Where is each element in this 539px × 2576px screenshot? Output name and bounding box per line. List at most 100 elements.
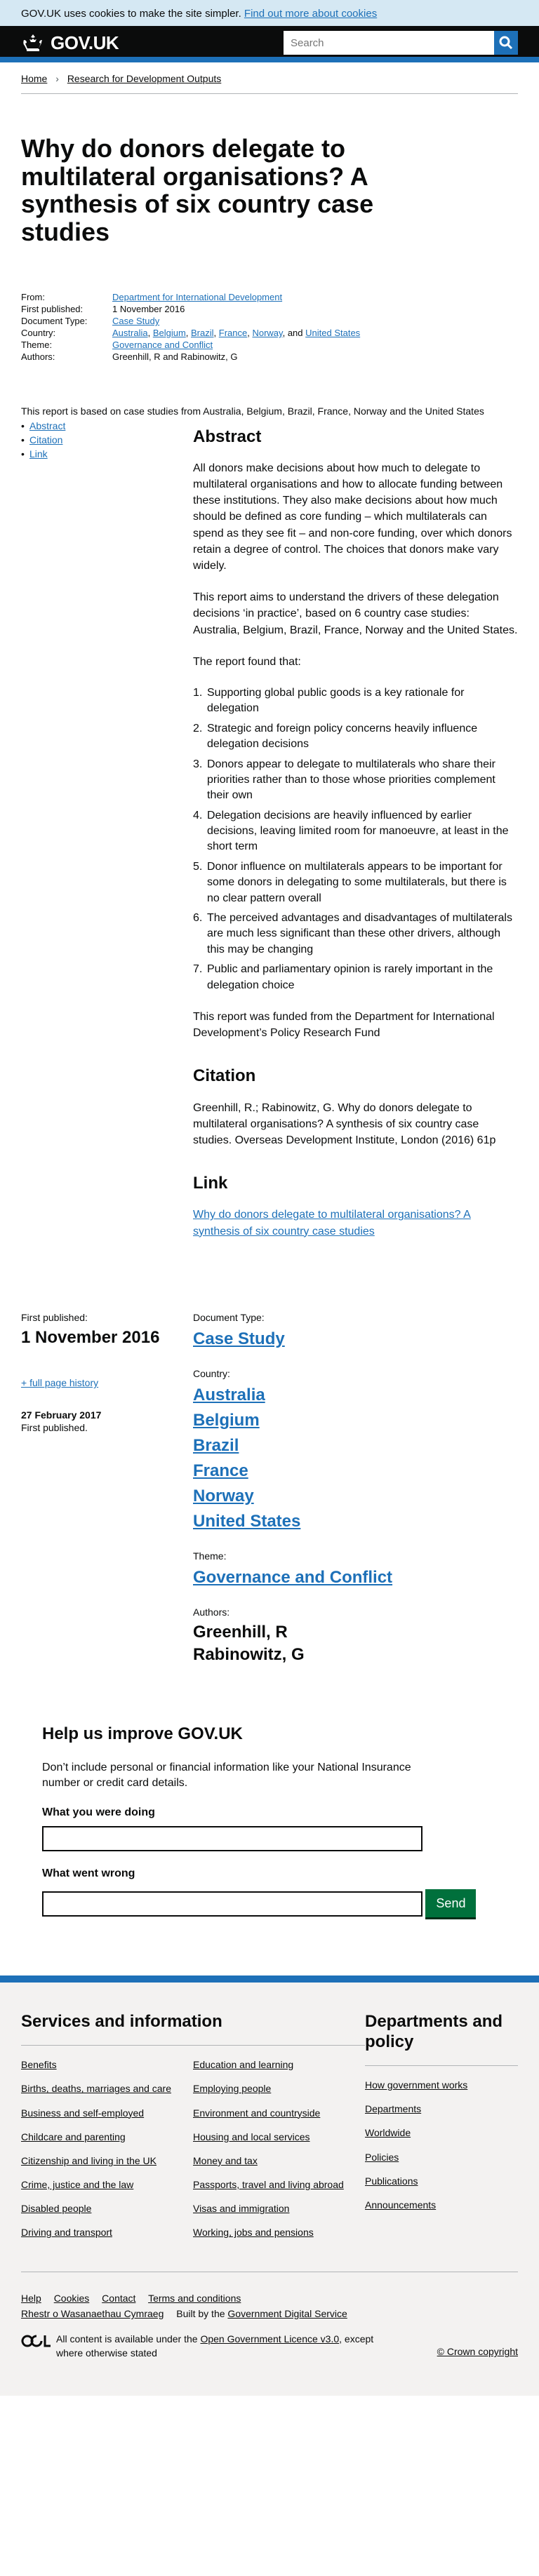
footer-terms-link[interactable]: Terms and conditions [148,2293,241,2304]
search-button[interactable] [494,31,518,55]
footer-link[interactable]: Announcements [365,2199,436,2211]
doing-label: What you were doing [42,1806,155,1818]
meta-country-link[interactable]: France [219,328,247,338]
wrong-input[interactable] [42,1891,422,1917]
feedback-form: Help us improve GOV.UK Don’t include per… [42,1723,497,1933]
report-link[interactable]: Why do donors delegate to multilateral o… [193,1209,471,1237]
meta-country-link[interactable]: Norway [252,328,282,338]
footer-help-link[interactable]: Help [21,2293,41,2304]
footer-link[interactable]: Visas and immigration [193,2203,289,2214]
footer-link[interactable]: Driving and transport [21,2227,112,2238]
meta-published-value: 1 November 2016 [112,304,185,315]
country-link[interactable]: Belgium [193,1411,260,1430]
footer-link[interactable]: Births, deaths, marriages and care [21,2083,171,2094]
country-label: Country: [193,1367,230,1379]
doctype-label: Document Type: [193,1311,265,1323]
footer-link[interactable]: Departments [365,2103,421,2114]
breadcrumb: Home › Research for Development Outputs [21,62,518,88]
open-government-licence-icon [21,2335,51,2347]
footer-link[interactable]: Passports, travel and living abroad [193,2179,344,2190]
footer-link[interactable]: Benefits [21,2059,57,2070]
meta-country-link[interactable]: Brazil [191,328,214,338]
site-header: GOV.UK [0,26,539,62]
country-link[interactable]: Norway [193,1487,254,1505]
footer-link[interactable]: Publications [365,2175,418,2187]
footer-welsh-link[interactable]: Rhestr o Wasanaethau Cymraeg [21,2308,164,2319]
abstract-paragraph: This report aims to understand the drive… [193,591,518,636]
contents-link-abstract[interactable]: Abstract [29,419,65,433]
country-link[interactable]: Australia [193,1386,265,1404]
doing-input[interactable] [42,1825,422,1851]
theme-label: Theme: [193,1550,227,1562]
footer-link[interactable]: Citizenship and living in the UK [21,2155,157,2166]
finding-item: 5. Donor influence on multilaterals appea… [193,860,507,904]
intro-summary: This report is based on case studies fro… [21,405,484,417]
footer-link[interactable]: How government works [365,2079,467,2091]
services-heading: Services and information [21,2012,365,2046]
meta-country-link[interactable]: Belgium [153,328,186,338]
gds-link[interactable]: Government Digital Service [227,2308,347,2319]
footer-link[interactable]: Employing people [193,2083,271,2094]
meta-country-link[interactable]: Australia [112,328,148,338]
footer-link[interactable]: Worldwide [365,2127,411,2138]
meta-theme-link[interactable]: Governance and Conflict [112,340,213,350]
footer-link[interactable]: Business and self-employed [21,2107,144,2119]
contents-link-link[interactable]: Link [29,447,48,461]
country-link[interactable]: United States [193,1512,300,1531]
theme-link[interactable]: Governance and Conflict [193,1568,392,1587]
crown-icon [23,34,42,51]
footer-link[interactable]: Childcare and parenting [21,2131,126,2142]
chevron-right-icon: › [55,73,59,84]
footer-link[interactable]: Money and tax [193,2155,258,2166]
meta-country-link[interactable]: United States [305,328,360,338]
document-footer-metadata: First published: 1 November 2016 + full … [21,1311,518,1681]
document-metadata: From: Department for International Devel… [21,292,361,362]
abstract-paragraph: The report found that: [193,655,301,668]
full-history-link[interactable]: + full page history [21,1377,98,1388]
site-search [284,31,518,55]
country-link[interactable]: Brazil [193,1436,239,1455]
footer-link[interactable]: Working, jobs and pensions [193,2227,314,2238]
feedback-hint: Don’t include personal or financial info… [42,1762,411,1790]
search-input[interactable] [284,31,494,55]
footer-link[interactable]: Policies [365,2152,399,2163]
finding-item: 2. Strategic and foreign policy concerns … [193,722,478,751]
meta-country-label: Country: [21,328,56,339]
cookie-info-link[interactable]: Find out more about cookies [244,8,377,20]
history-note: First published. [21,1422,88,1434]
breadcrumb-home[interactable]: Home [21,73,47,84]
contents-list: Abstract Citation Link [21,419,193,1255]
doctype-link[interactable]: Case Study [193,1329,285,1348]
meta-authors-value: Greenhill, R and Rabinowitz, G [112,351,238,362]
history-date: 27 February 2017 [21,1409,102,1421]
send-button[interactable]: Send [425,1889,477,1918]
footer-link[interactable]: Housing and local services [193,2131,310,2142]
footer-contact-link[interactable]: Contact [102,2293,135,2304]
meta-published-label: First published: [21,304,84,315]
finding-item: 3. Donors appear to delegate to multilate… [193,758,495,802]
footer-link[interactable]: Crime, justice and the law [21,2179,133,2190]
country-link[interactable]: France [193,1461,248,1480]
crown-copyright-link[interactable]: © Crown copyright [437,2345,518,2358]
finding-item: 1. Supporting global public goods is a ke… [193,686,465,715]
footer-meta-links: Help Cookies Contact Terms and condition… [21,2290,518,2322]
meta-from-link[interactable]: Department for International Development [112,292,282,302]
divider [21,93,518,94]
wrong-label: What went wrong [42,1867,135,1879]
licence-block: All content is available under the Open … [21,2333,518,2360]
breadcrumb-research-outputs[interactable]: Research for Development Outputs [67,73,221,84]
footer-cookies-link[interactable]: Cookies [54,2293,90,2304]
footer-link[interactable]: Environment and countryside [193,2107,320,2119]
licence-prefix: All content is available under the [56,2333,198,2345]
meta-theme-label: Theme: [21,339,53,350]
meta-doctype-link[interactable]: Case Study [112,316,159,326]
abstract-paragraph: All donors make decisions about how much… [193,462,512,572]
contents-link-citation[interactable]: Citation [29,433,62,447]
document-body: Abstract All donors make decisions about… [193,419,518,1255]
funding-note: This report was funded from the Departme… [193,1011,495,1040]
ogl-link[interactable]: Open Government Licence v3.0 [200,2333,339,2344]
footer-link[interactable]: Education and learning [193,2059,293,2070]
govuk-logo[interactable]: GOV.UK [51,32,119,55]
footer-link[interactable]: Disabled people [21,2203,91,2214]
finding-item: 7. Public and parliamentary opinion is ra… [193,963,493,991]
